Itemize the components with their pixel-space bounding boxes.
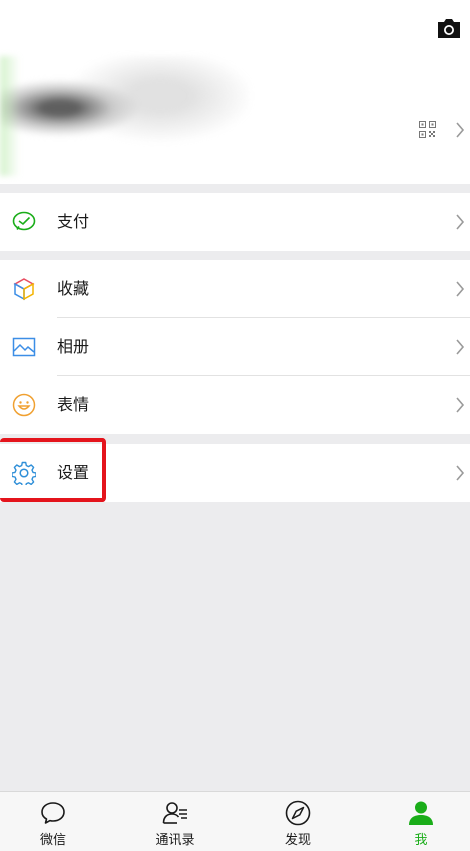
chevron-right-icon [456,281,465,297]
chat-bubble-icon [41,802,65,824]
menu-item-stickers[interactable]: 表情 [0,376,470,434]
tab-label: 微信 [39,833,66,848]
chevron-right-icon[interactable] [455,122,465,138]
contacts-icon [162,802,187,824]
gear-icon [12,461,36,485]
tab-discover[interactable]: 发现 [248,792,348,851]
tab-label: 发现 [284,833,311,848]
tab-label: 通讯录 [155,833,195,848]
qr-code-icon[interactable] [419,121,436,138]
smiley-icon [12,393,36,417]
profile-avatar-blurred[interactable] [0,56,250,176]
settings-group: 设置 [0,444,470,502]
person-icon [409,801,433,825]
menu-item-label: 支付 [57,212,90,231]
menu-item-settings[interactable]: 设置 [0,444,470,502]
tab-label: 我 [414,833,428,848]
bottom-tab-bar: 微信 通讯录 发现 我 [0,791,470,851]
chevron-right-icon [456,339,465,355]
menu-item-label: 设置 [57,463,90,482]
chevron-right-icon [456,465,465,481]
tab-me[interactable]: 我 [371,792,470,851]
menu-item-pay[interactable]: 支付 [0,193,470,251]
pay-group: 支付 [0,193,470,251]
collections-group: 收藏 相册 表情 [0,260,470,434]
menu-item-label: 表情 [57,395,90,414]
photo-album-icon [12,337,36,357]
compass-icon [285,800,311,826]
chevron-right-icon [456,214,465,230]
tab-chats[interactable]: 微信 [3,792,103,851]
cube-favorites-icon [13,278,35,301]
camera-icon[interactable] [436,16,462,40]
menu-item-favorites[interactable]: 收藏 [0,260,470,318]
menu-item-label: 收藏 [57,279,90,298]
profile-header [0,0,470,184]
menu-item-label: 相册 [57,337,90,356]
chevron-right-icon [456,397,465,413]
wechat-pay-icon [12,211,36,231]
tab-contacts[interactable]: 通讯录 [125,792,225,851]
menu-item-album[interactable]: 相册 [0,318,470,376]
